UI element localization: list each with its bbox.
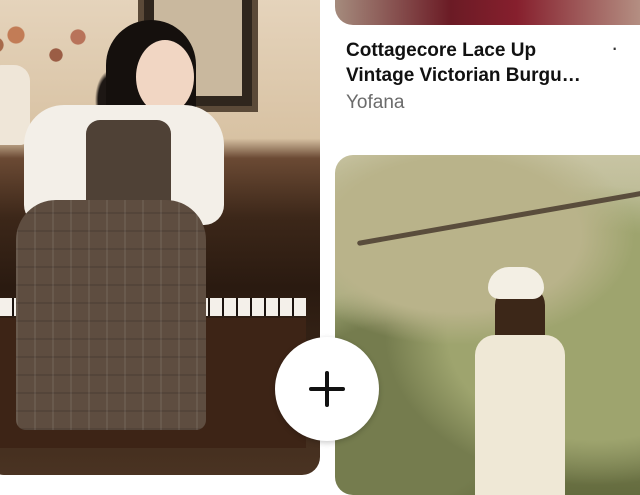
pin-title-line-2: Vintage Victorian Burgu… [346, 65, 581, 86]
face [136, 40, 194, 114]
more-icon[interactable]: · [611, 35, 618, 61]
pin-image-right[interactable] [335, 155, 640, 495]
head-scarf [488, 267, 544, 299]
pin-title-line-1: Cottagecore Lace Up [346, 40, 537, 61]
pin-info[interactable]: Cottagecore Lace Up Vintage Victorian Bu… [346, 38, 640, 114]
add-button[interactable] [275, 337, 379, 441]
plus-icon [309, 371, 345, 407]
pin-image-left[interactable] [0, 0, 320, 475]
lace-dress [475, 335, 565, 495]
pin-image-top[interactable] [335, 0, 640, 25]
plaid-dress [16, 200, 206, 430]
tree-branch [356, 188, 640, 247]
pin-brand: Yofana [346, 92, 405, 113]
